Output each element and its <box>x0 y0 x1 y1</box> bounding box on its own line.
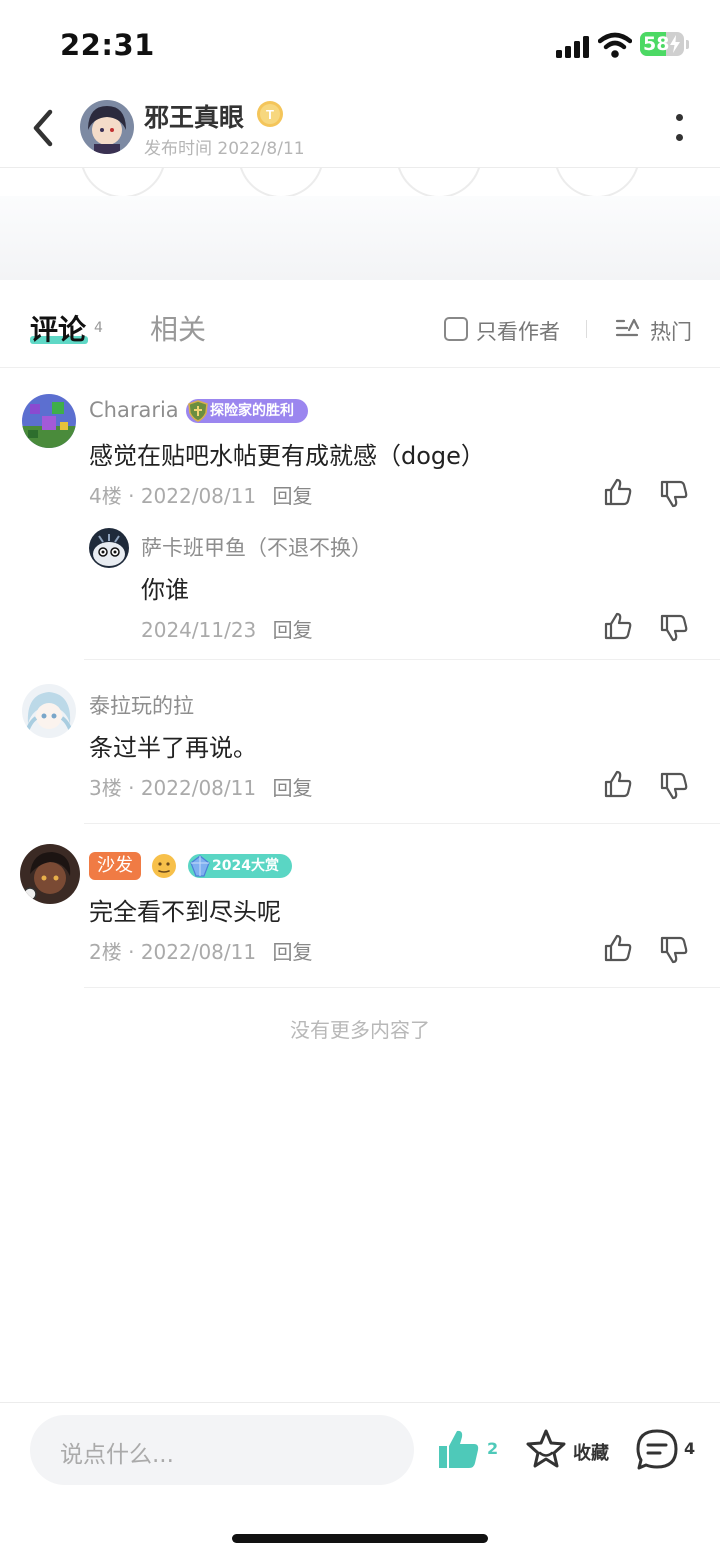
status-time: 22:31 <box>60 28 155 62</box>
back-button[interactable] <box>28 106 60 150</box>
shield-icon <box>188 400 208 422</box>
sort-label: 热门 <box>650 320 692 344</box>
comment-date: 2022/08/11 <box>140 776 257 800</box>
end-of-list-text: 没有更多内容了 <box>290 1018 430 1042</box>
commenter-avatar[interactable] <box>22 394 76 448</box>
comment-date: 2022/08/11 <box>140 940 257 964</box>
reply-button[interactable]: 回复 <box>272 776 312 800</box>
tab-comments-label: 评论 <box>30 313 87 346</box>
comment-date: 2022/08/11 <box>140 484 257 508</box>
tab-related[interactable]: 相关 <box>150 308 206 348</box>
sort-icon <box>615 318 640 337</box>
chat-bubble-icon[interactable] <box>634 1427 680 1473</box>
action-circle[interactable] <box>238 168 324 198</box>
level-badge-icon: T <box>257 101 283 127</box>
thumb-down-icon[interactable] <box>658 934 690 966</box>
comment-item: Chararia 探险家的胜利 感觉在贴吧水帖更有成就感（doge） 4楼 · … <box>0 368 720 660</box>
commenter-name[interactable]: 泰拉玩的拉 <box>89 690 194 720</box>
floor-number: 3楼 <box>89 776 122 800</box>
comment-content: 条过半了再说。 <box>89 734 257 762</box>
tabs-divider <box>586 320 587 338</box>
badge-letter: T <box>266 107 274 122</box>
comment-divider <box>84 987 720 988</box>
more-icon[interactable] <box>668 110 692 146</box>
comment-content: 完全看不到尽头呢 <box>89 898 281 926</box>
reply-date: 2024/11/23 <box>141 618 257 642</box>
reply-content: 你谁 <box>141 576 189 604</box>
thumb-up-icon[interactable] <box>602 610 634 642</box>
thumb-down-icon[interactable] <box>658 478 690 510</box>
comment-meta: 3楼 · 2022/08/11 回复 <box>89 772 312 801</box>
thumb-down-icon[interactable] <box>658 770 690 802</box>
post-header: 邪王真眼 T 发布时间 2022/8/11 <box>0 88 720 168</box>
thumb-down-icon[interactable] <box>658 612 690 644</box>
only-author-label: 只看作者 <box>476 320 560 344</box>
status-bar: 22:31 58 <box>0 0 720 88</box>
wifi-icon <box>598 32 632 58</box>
comment-meta: 4楼 · 2022/08/11 回复 <box>89 480 312 509</box>
replier-avatar[interactable] <box>89 528 129 568</box>
commenter-avatar[interactable] <box>20 844 80 904</box>
comment-tabs: 评论 4 相关 只看作者 热门 <box>0 280 720 368</box>
reply-button[interactable]: 回复 <box>273 618 313 642</box>
battery-tip <box>686 40 689 49</box>
charging-bolt-icon <box>670 35 680 53</box>
sofa-badge: 沙发 <box>89 852 141 880</box>
meta-separator: · <box>128 940 135 964</box>
comment-input[interactable]: 说点什么... <box>30 1415 414 1485</box>
award-badge: 2024大赏 <box>188 854 292 878</box>
battery-level: 58 <box>643 33 670 55</box>
post-time: 发布时间 2022/8/11 <box>144 139 305 159</box>
award-badge-text: 2024大赏 <box>212 858 279 874</box>
replier-name[interactable]: 萨卡班甲鱼（不退不换） <box>141 532 372 562</box>
signal-icon <box>556 36 590 58</box>
checkbox-icon[interactable] <box>444 317 468 341</box>
floor-number: 2楼 <box>89 940 122 964</box>
reply-meta: 2024/11/23 回复 <box>141 614 313 643</box>
star-icon[interactable] <box>524 1427 568 1471</box>
action-circle[interactable] <box>80 168 166 198</box>
author-name[interactable]: 邪王真眼 <box>144 98 244 134</box>
crystal-icon <box>190 855 210 877</box>
emoji-face-icon <box>152 854 176 878</box>
meta-separator: · <box>128 776 135 800</box>
favorite-label[interactable]: 收藏 <box>573 1439 609 1465</box>
tab-comments[interactable]: 评论 <box>30 308 86 348</box>
like-count: 2 <box>487 1439 499 1458</box>
comment-input-placeholder: 说点什么... <box>60 1442 174 1468</box>
action-circle[interactable] <box>554 168 640 198</box>
bottom-action-bar: 说点什么... 2 收藏 4 <box>0 1402 720 1558</box>
section-spacer <box>0 196 720 280</box>
comments-count: 4 <box>94 320 103 336</box>
thumb-up-icon[interactable] <box>602 476 634 508</box>
thumb-up-icon[interactable] <box>436 1427 482 1473</box>
comment-count: 4 <box>684 1439 696 1458</box>
reply-button[interactable]: 回复 <box>272 484 312 508</box>
home-indicator[interactable] <box>232 1534 488 1543</box>
thumb-up-icon[interactable] <box>602 932 634 964</box>
comment-meta: 2楼 · 2022/08/11 回复 <box>89 936 312 965</box>
comment-item: 沙发 2024大赏 完全看不到尽头呢 2楼 · 2022/08/11 回复 <box>0 824 720 988</box>
title-badge: 探险家的胜利 <box>186 399 308 423</box>
author-avatar[interactable] <box>80 100 134 154</box>
action-circle[interactable] <box>396 168 482 198</box>
battery-icon: 58 <box>640 32 684 56</box>
commenter-avatar[interactable] <box>22 684 76 738</box>
comment-content: 感觉在贴吧水帖更有成就感（doge） <box>89 442 485 470</box>
floor-number: 4楼 <box>89 484 122 508</box>
comment-item: 泰拉玩的拉 条过半了再说。 3楼 · 2022/08/11 回复 <box>0 660 720 824</box>
title-badge-text: 探险家的胜利 <box>210 403 294 419</box>
commenter-name[interactable]: Chararia <box>89 398 179 422</box>
thumb-up-icon[interactable] <box>602 768 634 800</box>
meta-separator: · <box>128 484 135 508</box>
reply-button[interactable]: 回复 <box>272 940 312 964</box>
